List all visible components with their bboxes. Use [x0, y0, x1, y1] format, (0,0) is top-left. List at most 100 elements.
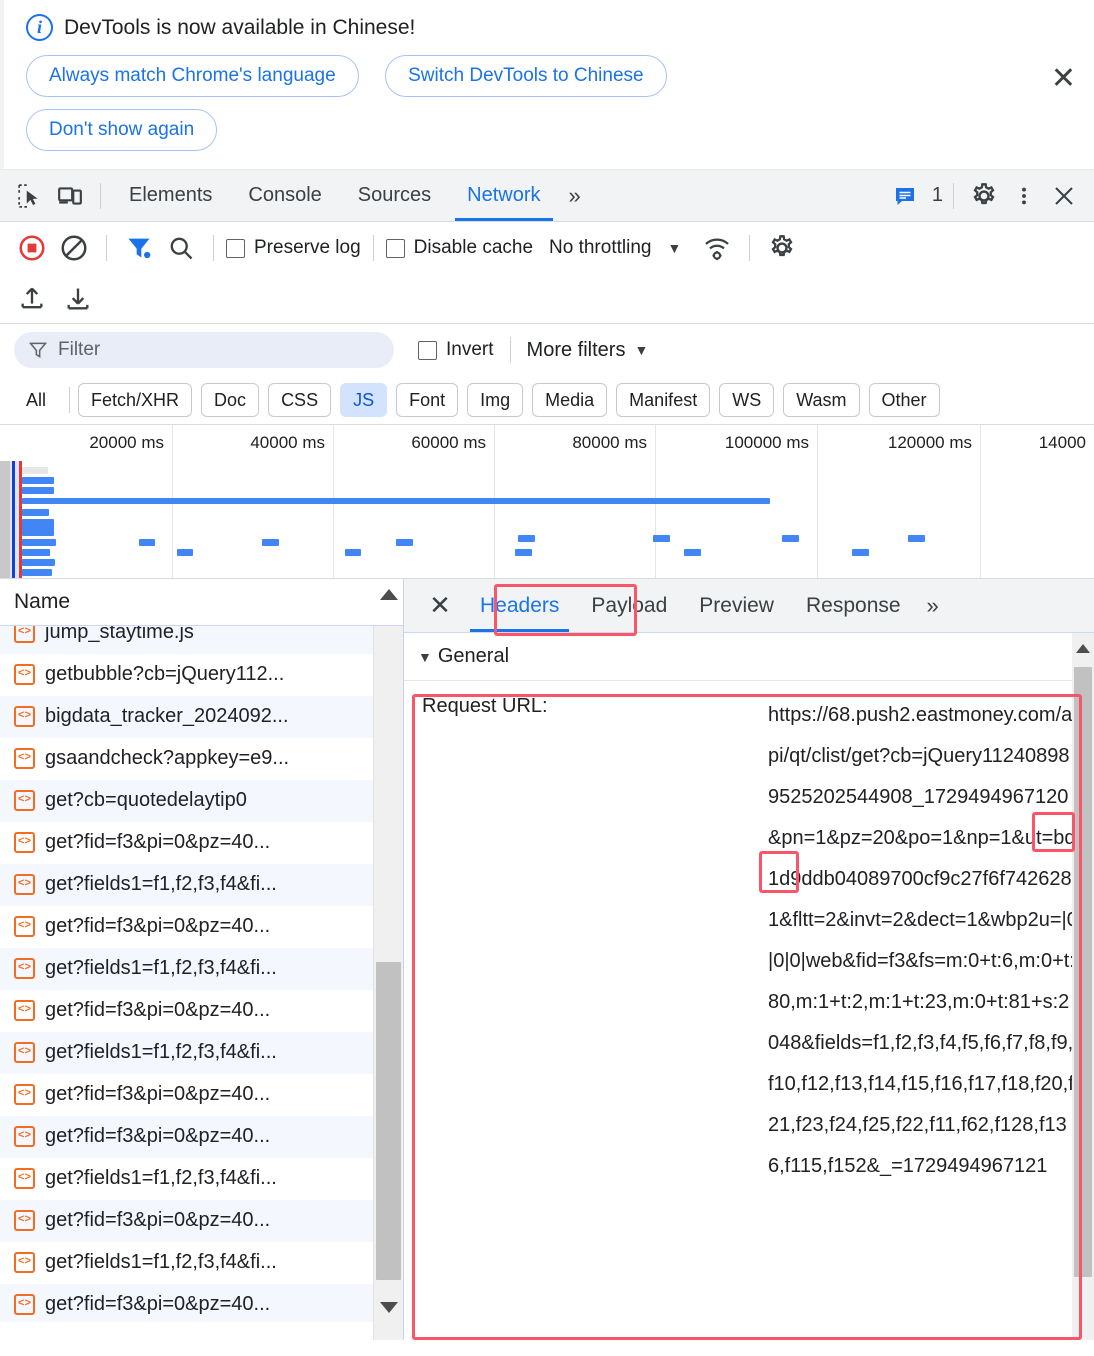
request-row[interactable]: <> getbubble?cb=jQuery112... [0, 654, 373, 696]
chip-all[interactable]: All [14, 383, 59, 417]
always-match-language-button[interactable]: Always match Chrome's language [26, 55, 359, 97]
request-url-value[interactable]: https://68.push2.eastmoney.com/api/qt/cl… [768, 695, 1078, 1187]
throttling-select[interactable]: No throttling [549, 237, 651, 259]
preserve-log-checkbox[interactable]: Preserve log [226, 237, 361, 259]
chip-media[interactable]: Media [532, 383, 608, 417]
request-list-scrollbar[interactable] [373, 588, 403, 1340]
device-toolbar-icon[interactable] [50, 176, 90, 216]
tab-console[interactable]: Console [230, 171, 339, 221]
dont-show-again-button[interactable]: Don't show again [26, 109, 218, 151]
request-row[interactable]: <> get?cb=quotedelaytip0 [0, 780, 373, 822]
request-row[interactable]: <> get?fid=f3&pi=0&pz=40... [0, 1284, 373, 1322]
network-conditions-icon[interactable] [697, 228, 737, 268]
chip-font[interactable]: Font [396, 383, 459, 417]
js-file-icon: <> [14, 664, 35, 685]
kebab-menu-icon[interactable] [1004, 176, 1044, 216]
request-list-scroll-area[interactable]: <> jump_staytime.js <> getbubble?cb=jQuery1… [0, 626, 373, 1322]
chip-fetch-xhr[interactable]: Fetch/XHR [78, 383, 193, 417]
request-row[interactable]: <> get?fields1=f1,f2,f3,f4&fi... [0, 1242, 373, 1284]
column-header-name[interactable]: Name [14, 590, 70, 614]
request-name: get?fid=f3&pi=0&pz=40... [45, 1293, 271, 1315]
details-scrollbar-thumb[interactable] [1074, 667, 1092, 1277]
tab-preview[interactable]: Preview [683, 580, 790, 632]
close-icon[interactable]: ✕ [1051, 64, 1076, 94]
timeline-bar [20, 525, 54, 532]
close-devtools-icon[interactable] [1044, 176, 1084, 216]
more-tabs-icon[interactable]: » [559, 183, 591, 209]
timeline-bar [22, 569, 52, 576]
request-row[interactable]: <> get?fields1=f1,f2,f3,f4&fi... [0, 864, 373, 906]
scroll-down-icon[interactable] [374, 1292, 403, 1322]
filter-toggle-icon[interactable] [119, 228, 159, 268]
request-row[interactable]: <> jump_staytime.js [0, 626, 373, 654]
tab-payload[interactable]: Payload [575, 580, 683, 632]
js-file-icon: <> [14, 626, 35, 643]
request-row[interactable]: <> get?fields1=f1,f2,f3,f4&fi... [0, 948, 373, 990]
inspect-element-icon[interactable] [10, 176, 50, 216]
js-file-icon: <> [14, 1042, 35, 1063]
search-icon[interactable] [161, 228, 201, 268]
console-messages-icon[interactable] [885, 176, 925, 216]
request-row[interactable]: <> get?fid=f3&pi=0&pz=40... [0, 906, 373, 948]
request-name: get?fid=f3&pi=0&pz=40... [45, 1083, 271, 1105]
request-row[interactable]: <> gsaandcheck?appkey=e9... [0, 738, 373, 780]
disable-cache-box[interactable] [385, 238, 405, 258]
general-section-header[interactable]: ▼ General [404, 633, 1094, 681]
gear-icon[interactable] [964, 176, 1004, 216]
details-scrollbar[interactable] [1072, 633, 1094, 1340]
timeline-left-rail [0, 461, 10, 578]
js-file-icon: <> [14, 874, 35, 895]
request-row[interactable]: <> get?fid=f3&pi=0&pz=40... [0, 990, 373, 1032]
tab-elements[interactable]: Elements [111, 171, 230, 221]
request-row[interactable]: <> get?fid=f3&pi=0&pz=40... [0, 1116, 373, 1158]
chip-manifest[interactable]: Manifest [616, 383, 711, 417]
chip-css[interactable]: CSS [268, 383, 332, 417]
details-scroll-up-icon[interactable] [1072, 633, 1094, 663]
export-har-icon[interactable] [58, 279, 98, 319]
request-row[interactable]: <> get?fields1=f1,f2,f3,f4&fi... [0, 1032, 373, 1074]
chip-doc[interactable]: Doc [201, 383, 260, 417]
js-file-icon: <> [14, 748, 35, 769]
switch-devtools-language-button[interactable]: Switch DevTools to Chinese [385, 55, 667, 97]
details-more-tabs-icon[interactable]: » [917, 593, 949, 619]
js-file-icon: <> [14, 706, 35, 727]
chip-ws[interactable]: WS [719, 383, 775, 417]
more-filters-button[interactable]: More filters [527, 339, 626, 362]
tab-sources[interactable]: Sources [340, 171, 449, 221]
chip-js[interactable]: JS [340, 383, 388, 417]
chip-other[interactable]: Other [868, 383, 940, 417]
request-name: getbubble?cb=jQuery112... [45, 663, 285, 685]
disable-cache-checkbox[interactable]: Disable cache [385, 237, 533, 259]
chip-wasm[interactable]: Wasm [783, 383, 860, 417]
chips-divider [69, 387, 71, 413]
scrollbar-thumb[interactable] [376, 962, 401, 1280]
import-har-icon[interactable] [12, 279, 52, 319]
chevron-down-icon[interactable]: ▼ [667, 240, 681, 256]
clear-button[interactable] [54, 228, 94, 268]
tab-response[interactable]: Response [790, 580, 917, 632]
timeline-bar [22, 549, 50, 556]
request-row[interactable]: <> get?fid=f3&pi=0&pz=40... [0, 822, 373, 864]
network-overview-timeline[interactable]: 20000 ms 40000 ms 60000 ms 80000 ms 1000… [0, 424, 1094, 579]
preserve-log-box[interactable] [226, 238, 245, 258]
scroll-up-icon[interactable] [374, 579, 403, 609]
tab-headers[interactable]: Headers [464, 580, 575, 632]
chip-img[interactable]: Img [467, 383, 524, 417]
invert-box[interactable] [418, 340, 437, 360]
request-row[interactable]: <> get?fields1=f1,f2,f3,f4&fi... [0, 1158, 373, 1200]
timeline-tick-label: 20000 ms [89, 433, 164, 452]
js-file-icon: <> [14, 1126, 35, 1147]
timeline-bar [22, 477, 54, 484]
close-details-icon[interactable]: ✕ [416, 582, 464, 630]
request-row[interactable]: <> bigdata_tracker_2024092... [0, 696, 373, 738]
filter-input[interactable]: Filter [14, 332, 394, 368]
invert-checkbox[interactable]: Invert [418, 339, 494, 361]
network-settings-gear-icon[interactable] [762, 228, 802, 268]
request-row[interactable]: <> get?fid=f3&pi=0&pz=40... [0, 1200, 373, 1242]
request-name: get?fields1=f1,f2,f3,f4&fi... [45, 1251, 277, 1273]
general-section-title: General [437, 645, 510, 667]
more-filters-chevron-down-icon[interactable]: ▼ [634, 342, 648, 358]
tab-network[interactable]: Network [449, 171, 558, 221]
request-row[interactable]: <> get?fid=f3&pi=0&pz=40... [0, 1074, 373, 1116]
record-button[interactable] [12, 228, 52, 268]
